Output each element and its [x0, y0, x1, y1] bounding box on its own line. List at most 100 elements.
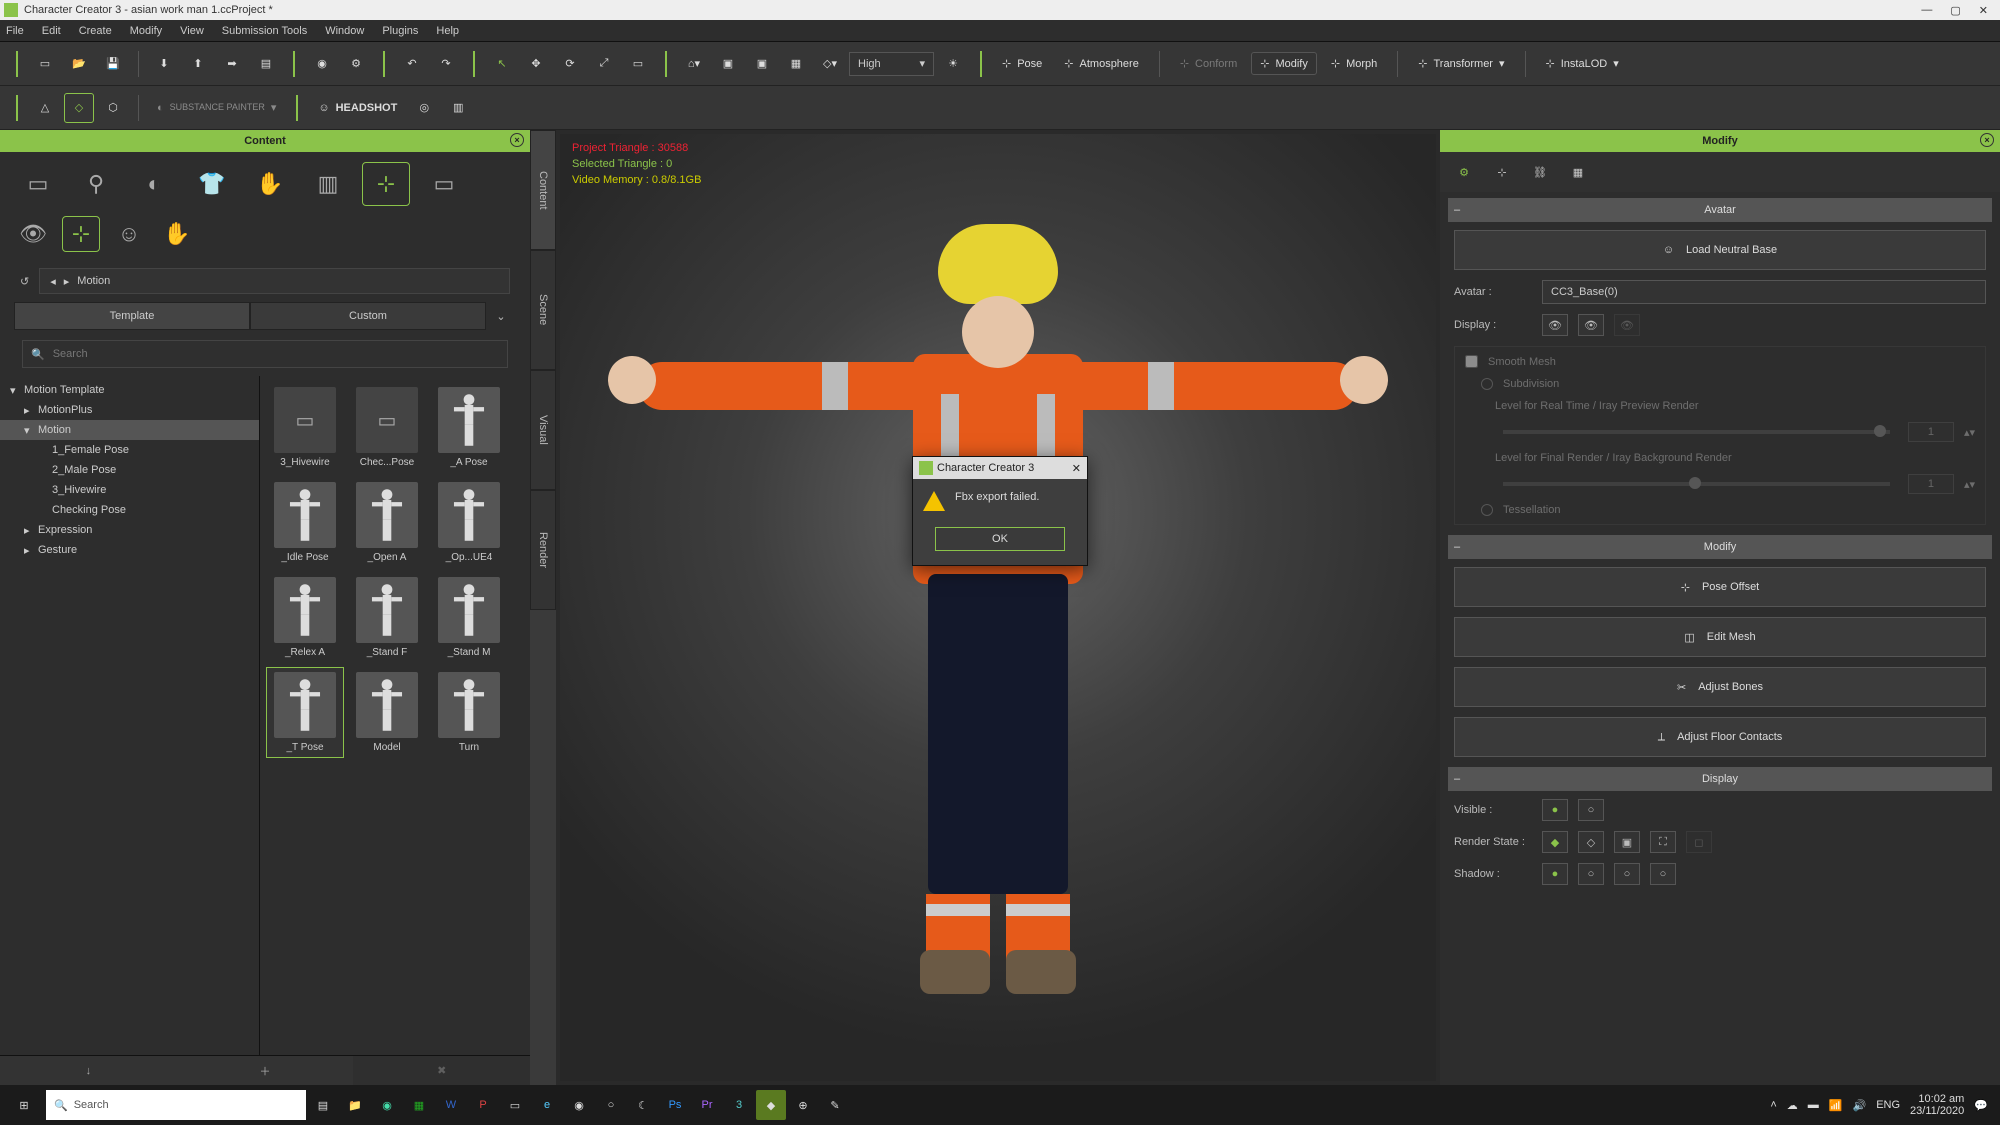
- final-slider[interactable]: [1503, 482, 1890, 486]
- avatar-field[interactable]: CC3_Base(0): [1542, 280, 1986, 304]
- edit-mesh-button[interactable]: ◫Edit Mesh: [1454, 617, 1986, 657]
- cc3-app-icon[interactable]: ◆: [756, 1090, 786, 1120]
- ps-app-icon[interactable]: Ps: [660, 1090, 690, 1120]
- add-button[interactable]: ＋: [177, 1056, 354, 1085]
- grid-item[interactable]: Model: [348, 667, 426, 758]
- grid-item[interactable]: _Op...UE4: [430, 477, 508, 568]
- sub-hand-icon[interactable]: ✋: [158, 216, 196, 252]
- tree-item[interactable]: ▸Expression: [0, 520, 259, 540]
- ie-app-icon[interactable]: e: [532, 1090, 562, 1120]
- modify-section[interactable]: –Modify: [1448, 535, 1992, 559]
- shadow-toggle-1[interactable]: ●: [1542, 863, 1568, 885]
- light-button[interactable]: ☀: [938, 49, 968, 79]
- home-button[interactable]: ⌂▾: [679, 49, 709, 79]
- sub-empty-1[interactable]: [206, 216, 244, 252]
- modify-tab-checker-icon[interactable]: ▦: [1564, 158, 1592, 186]
- breadcrumb[interactable]: ◂▸ Motion: [39, 268, 510, 294]
- tray-notifications-icon[interactable]: 💬: [1974, 1099, 1988, 1112]
- category-image-icon[interactable]: ▭: [420, 162, 468, 206]
- grid-item[interactable]: _Stand M: [430, 572, 508, 663]
- category-hand-icon[interactable]: ✋: [246, 162, 294, 206]
- display-toggle-3[interactable]: 👁: [1614, 314, 1640, 336]
- tray-battery-icon[interactable]: ▬: [1808, 1099, 1819, 1111]
- delete-button[interactable]: ✖: [353, 1056, 530, 1085]
- frame-button[interactable]: ▣: [713, 49, 743, 79]
- move-tool[interactable]: ✥: [521, 49, 551, 79]
- grid-item[interactable]: _T Pose: [266, 667, 344, 758]
- modify-tab-sliders-icon[interactable]: ⚙: [1450, 158, 1478, 186]
- select-tool[interactable]: ↖: [487, 49, 517, 79]
- grid-item[interactable]: _Open A: [348, 477, 426, 568]
- redo-button[interactable]: ↷: [431, 49, 461, 79]
- tree-item[interactable]: 1_Female Pose: [0, 440, 259, 460]
- tree-item[interactable]: ▾Motion: [0, 420, 259, 440]
- grid-item[interactable]: ▭Chec...Pose: [348, 382, 426, 473]
- load-neutral-button[interactable]: ☺ Load Neutral Base: [1454, 230, 1986, 270]
- tab-template[interactable]: Template: [14, 302, 250, 330]
- adjust-floor-button[interactable]: ⟂Adjust Floor Contacts: [1454, 717, 1986, 757]
- word-app-icon[interactable]: W: [436, 1090, 466, 1120]
- sub-empty-2[interactable]: [254, 216, 292, 252]
- save-button[interactable]: 💾: [98, 49, 128, 79]
- grid-item[interactable]: _Stand F: [348, 572, 426, 663]
- app-icon-4[interactable]: ⊕: [788, 1090, 818, 1120]
- quality-select[interactable]: High▾: [849, 52, 934, 76]
- menu-create[interactable]: Create: [79, 25, 112, 37]
- tree-item[interactable]: ▸MotionPlus: [0, 400, 259, 420]
- content-close-icon[interactable]: ×: [510, 133, 524, 147]
- substance-button[interactable]: ◐ SUBSTANCE PAINTER ▾: [149, 97, 284, 118]
- tray-chevron-icon[interactable]: ˄: [1770, 1099, 1776, 1111]
- excel-app-icon[interactable]: ▦: [404, 1090, 434, 1120]
- export-button[interactable]: ⬆: [183, 49, 213, 79]
- menu-view[interactable]: View: [180, 25, 204, 37]
- rect-tool[interactable]: ▭: [623, 49, 653, 79]
- headshot-opt-1[interactable]: ◎: [409, 93, 439, 123]
- modify-tab-pose-icon[interactable]: ⊹: [1488, 158, 1516, 186]
- category-layout-icon[interactable]: ▥: [304, 162, 352, 206]
- tree-item[interactable]: ▸Gesture: [0, 540, 259, 560]
- taskbar-search[interactable]: 🔍Search: [46, 1090, 306, 1120]
- maximize-button[interactable]: ▢: [1950, 4, 1960, 17]
- transformer-button[interactable]: ⊹Transformer▾: [1410, 53, 1512, 74]
- grid-button[interactable]: ▦: [781, 49, 811, 79]
- tree-item[interactable]: 3_Hivewire: [0, 480, 259, 500]
- menu-modify[interactable]: Modify: [130, 25, 162, 37]
- display-toggle-2[interactable]: 👁: [1578, 314, 1604, 336]
- tray-clock[interactable]: 10:02 am23/11/2020: [1910, 1093, 1964, 1117]
- tree-item[interactable]: 2_Male Pose: [0, 460, 259, 480]
- task-view-icon[interactable]: ▤: [308, 1090, 338, 1120]
- pr-app-icon[interactable]: Pr: [692, 1090, 722, 1120]
- rt-value[interactable]: 1: [1908, 422, 1954, 442]
- start-button[interactable]: ⊞: [4, 1085, 44, 1125]
- app-icon-5[interactable]: ✎: [820, 1090, 850, 1120]
- instalod-button[interactable]: ⊹InstaLOD▾: [1538, 53, 1627, 74]
- menu-edit[interactable]: Edit: [42, 25, 61, 37]
- avatar-section[interactable]: –Avatar: [1448, 198, 1992, 222]
- tree-item[interactable]: ▾Motion Template: [0, 380, 259, 400]
- visible-toggle-2[interactable]: ○: [1578, 799, 1604, 821]
- modify-tab-link-icon[interactable]: ⛓: [1526, 158, 1554, 186]
- tray-lang[interactable]: ENG: [1876, 1099, 1900, 1111]
- category-shirt-icon[interactable]: 👕: [188, 162, 236, 206]
- side-tab-render[interactable]: Render: [530, 490, 556, 610]
- sub-body-icon[interactable]: ⊹: [62, 216, 100, 252]
- tool-icon-3[interactable]: ⬡: [98, 93, 128, 123]
- category-palette-icon[interactable]: ◐: [130, 162, 178, 206]
- minimize-button[interactable]: —: [1921, 4, 1932, 17]
- conform-button[interactable]: ⊹Conform: [1172, 53, 1245, 74]
- tray-volume-icon[interactable]: 🔊: [1853, 1099, 1867, 1112]
- view-button[interactable]: ◇▾: [815, 49, 845, 79]
- category-sliders-icon[interactable]: ⚲: [72, 162, 120, 206]
- viewport[interactable]: Project Triangle : 30588 Selected Triang…: [560, 134, 1436, 1081]
- visible-toggle-1[interactable]: ●: [1542, 799, 1568, 821]
- sub-empty-5[interactable]: [398, 216, 436, 252]
- sort-button[interactable]: ↓: [0, 1056, 177, 1085]
- tessellation-radio[interactable]: [1481, 504, 1493, 516]
- grid-item[interactable]: ▭3_Hivewire: [266, 382, 344, 473]
- grid-item[interactable]: _Relex A: [266, 572, 344, 663]
- globe-button[interactable]: ◉: [307, 49, 337, 79]
- tool-icon-1[interactable]: △: [30, 93, 60, 123]
- modify-close-icon[interactable]: ×: [1980, 133, 1994, 147]
- menu-plugins[interactable]: Plugins: [382, 25, 418, 37]
- icl-app-icon[interactable]: 3: [724, 1090, 754, 1120]
